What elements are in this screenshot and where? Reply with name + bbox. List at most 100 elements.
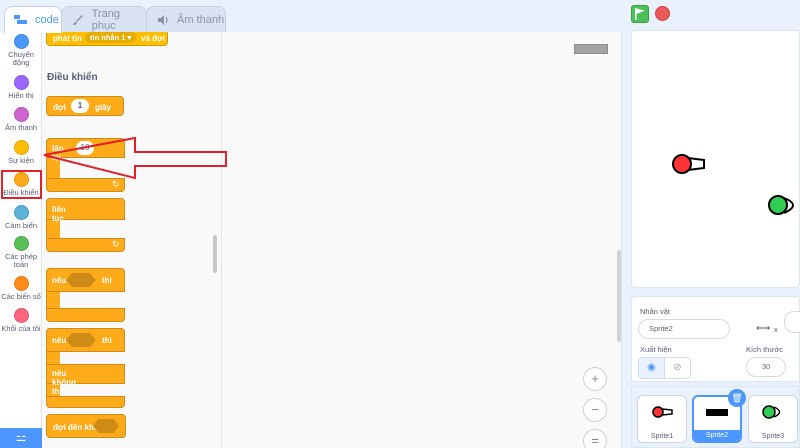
zoom-out-button[interactable]: −	[583, 398, 607, 422]
zoom-reset-button[interactable]: =	[583, 429, 607, 448]
arrows-horizontal-icon: ⟷	[756, 323, 771, 334]
zoom-in-button[interactable]: +	[583, 367, 607, 391]
size-label: Kích thước	[746, 345, 784, 354]
category-sensing[interactable]: Cảm biến	[0, 205, 42, 230]
speaker-icon	[155, 13, 171, 27]
zoom-out-icon: −	[591, 402, 599, 417]
delete-sprite-button[interactable]: 🗑	[728, 389, 746, 407]
broadcast-suffix: và đợi	[141, 34, 165, 43]
if-label: nếu	[52, 276, 67, 285]
sprite-thumb-1[interactable]: Sprite1	[637, 395, 687, 443]
tab-code[interactable]: code	[4, 6, 62, 33]
then-label: thì	[102, 336, 112, 345]
trash-icon: 🗑	[731, 393, 743, 403]
category-variables[interactable]: Các biến số	[0, 276, 42, 301]
if-else-block-bottom	[46, 396, 125, 408]
loop-arrow-icon: ↻	[112, 239, 120, 249]
sprite-thumb-3[interactable]: Sprite3	[748, 395, 798, 443]
wait-prefix: đợi	[53, 103, 66, 112]
category-looks[interactable]: Hiển thị	[0, 75, 42, 100]
script-scrollbar[interactable]	[617, 250, 621, 342]
sprite-name-field[interactable]: Sprite2	[638, 319, 730, 339]
category-sound-dot	[13, 107, 29, 122]
tab-code-label: code	[35, 14, 59, 26]
wait-suffix: giây	[95, 103, 112, 112]
stage-canvas	[672, 154, 794, 215]
category-sound[interactable]: Âm thanh	[0, 107, 42, 132]
x-field[interactable]	[784, 311, 800, 333]
sprite-list: Sprite1 Sprite2 Sprite3	[631, 386, 800, 448]
sprite-thumb-3-name: Sprite3	[761, 433, 785, 440]
sprite3-on-stage	[768, 195, 794, 215]
category-events[interactable]: Sự kiện	[0, 140, 42, 165]
category-looks-dot	[13, 75, 29, 90]
message-dropdown[interactable]: tin nhắn 1 ▾	[85, 32, 137, 43]
category-my-blocks[interactable]: Khối của tôi	[0, 308, 42, 333]
category-motion-dot	[13, 34, 29, 49]
category-looks-label: Hiển thị	[8, 91, 34, 100]
wait-until-label: đợi đến khi	[53, 423, 97, 432]
block-palette: phát tin tin nhắn 1 ▾ và đợi Điều khiển …	[42, 32, 222, 448]
sprite-thumb-2-name: Sprite2	[694, 430, 740, 441]
sprite-name-label: Nhân vật	[640, 307, 671, 316]
then-label: thì	[102, 276, 112, 285]
sprite1-thumbnail	[652, 406, 673, 418]
condition-slot[interactable]	[66, 333, 96, 347]
script-area[interactable]	[222, 32, 622, 448]
sprite-info-pane: Nhân vật Sprite2 ⟷ x Xuất hiện ◉ ⊘ Kích …	[631, 296, 800, 382]
wait-block[interactable]: đợi 1 giây	[46, 96, 124, 116]
palette-scrollbar[interactable]	[213, 235, 217, 273]
category-variables-label: Các biến số	[1, 292, 41, 301]
tab-sounds[interactable]: Âm thanh	[146, 6, 226, 32]
category-motion[interactable]: Chuyển động	[0, 34, 42, 67]
category-operators[interactable]: Các phép toán	[0, 236, 42, 269]
repeat-count-input[interactable]: 10	[76, 141, 94, 155]
if-then-block-bottom	[46, 308, 125, 322]
condition-slot[interactable]	[66, 273, 96, 287]
category-my-blocks-label: Khối của tôi	[1, 324, 41, 333]
stage[interactable]	[631, 30, 800, 288]
forever-label: liên tục	[52, 205, 66, 223]
category-events-dot	[13, 140, 29, 155]
show-label: Xuất hiện	[640, 345, 672, 354]
script-minimap	[574, 44, 608, 54]
forever-block-side	[46, 220, 60, 240]
repeat-label: lặp lại	[52, 144, 64, 162]
category-sensing-label: Cảm biến	[4, 221, 38, 230]
eye-icon: ◉	[647, 362, 656, 373]
code-icon	[13, 13, 29, 27]
show-hidden-button[interactable]: ⊘	[664, 357, 691, 379]
zoom-reset-icon: =	[591, 433, 599, 448]
events-highlight-box	[1, 170, 42, 199]
add-extension-button[interactable]: ⚍	[0, 428, 42, 448]
stop-button[interactable]	[655, 6, 670, 21]
editor-tab-bar: code Trang phục Âm thanh	[0, 0, 625, 33]
wait-seconds-input[interactable]: 1	[71, 99, 89, 113]
stage-header	[625, 0, 800, 30]
extension-icon: ⚍	[15, 430, 27, 444]
x-label: x	[774, 325, 778, 334]
category-my-blocks-dot	[13, 308, 29, 323]
category-operators-label: Các phép toán	[4, 252, 38, 269]
control-section-title: Điều khiển	[47, 72, 98, 83]
loop-arrow-icon: ↻	[112, 179, 120, 189]
category-sound-label: Âm thanh	[4, 123, 38, 132]
size-field[interactable]: 30	[746, 357, 786, 377]
category-motion-label: Chuyển động	[8, 50, 34, 67]
category-variables-dot	[13, 276, 29, 291]
green-flag-button[interactable]	[631, 5, 649, 23]
wait-until-block[interactable]: đợi đến khi	[46, 414, 126, 438]
condition-slot[interactable]	[93, 419, 119, 433]
if-label: nếu	[52, 336, 67, 345]
else-label: nếu không thì	[52, 369, 76, 396]
zoom-in-icon: +	[591, 371, 599, 386]
brush-icon	[70, 13, 86, 27]
sprite-thumb-1-name: Sprite1	[650, 433, 674, 440]
sprite1-on-stage	[672, 154, 705, 174]
show-visible-button[interactable]: ◉	[638, 357, 665, 379]
broadcast-and-wait-block[interactable]: phát tin tin nhắn 1 ▾ và đợi	[46, 32, 168, 46]
tab-costumes[interactable]: Trang phục	[61, 6, 147, 32]
tab-sounds-label: Âm thanh	[177, 13, 225, 26]
category-sensing-dot	[13, 205, 29, 220]
sprite3-thumbnail	[762, 405, 781, 419]
